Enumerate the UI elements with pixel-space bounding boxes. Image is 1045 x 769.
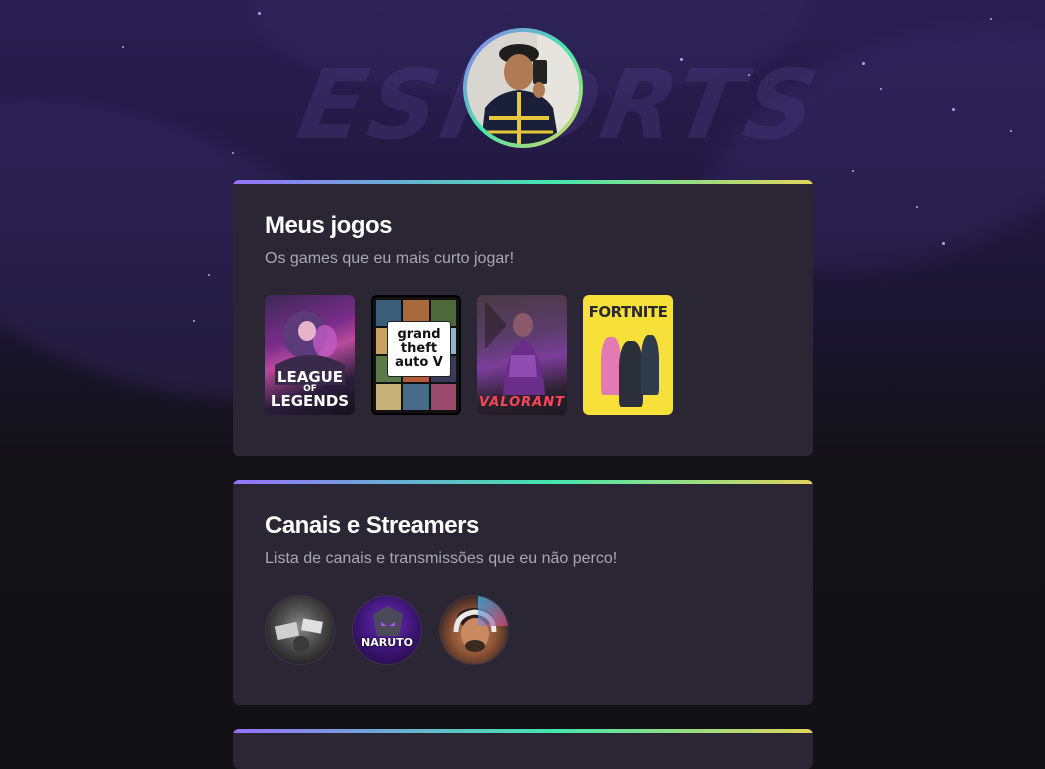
- avatar: [467, 32, 579, 144]
- star: [748, 74, 750, 76]
- game-valorant[interactable]: VALORANT: [477, 295, 567, 415]
- games-list: LEAGUE OF LEGENDS grand theft auto V VAL…: [265, 295, 673, 415]
- profile-avatar[interactable]: [463, 28, 583, 148]
- games-card-title: Meus jogos: [265, 212, 393, 239]
- game-fortnite[interactable]: FORTNITE: [583, 295, 673, 415]
- star: [990, 18, 992, 20]
- star: [193, 320, 195, 322]
- fortnite-logo: FORTNITE: [588, 303, 668, 321]
- profile-photo-icon: [467, 32, 579, 144]
- fortnite-character: [641, 335, 659, 395]
- channel-avatar[interactable]: [439, 595, 509, 665]
- star: [208, 274, 210, 276]
- next-card: [233, 729, 813, 769]
- star: [1010, 130, 1012, 132]
- channels-card-title: Canais e Streamers: [265, 512, 479, 539]
- channel-photo-icon: [274, 618, 323, 652]
- valorant-logo: VALORANT: [479, 395, 565, 410]
- streamer-photo-icon: [453, 608, 497, 652]
- channel-logo-icon: [373, 606, 403, 636]
- fortnite-character: [619, 341, 643, 407]
- channels-card: Canais e Streamers Lista de canais e tra…: [233, 480, 813, 705]
- star: [880, 88, 882, 90]
- star: [916, 206, 918, 208]
- star: [942, 242, 945, 245]
- channels-card-subtitle: Lista de canais e transmissões que eu nã…: [265, 550, 618, 567]
- star: [852, 170, 854, 172]
- game-league-of-legends[interactable]: LEAGUE OF LEGENDS: [265, 295, 355, 415]
- game-gta-v[interactable]: grand theft auto V: [371, 295, 461, 415]
- star: [122, 46, 124, 48]
- star: [258, 12, 261, 15]
- channel-label: NARUTO: [361, 636, 413, 649]
- channel-avatar-naruto[interactable]: NARUTO: [352, 595, 422, 665]
- gta-logo: grand theft auto V: [387, 321, 451, 377]
- games-card: Meus jogos Os games que eu mais curto jo…: [233, 180, 813, 456]
- games-card-subtitle: Os games que eu mais curto jogar!: [265, 250, 515, 267]
- channel-avatar[interactable]: [265, 595, 335, 665]
- league-of-legends-logo: LEAGUE OF LEGENDS: [270, 368, 350, 410]
- star: [232, 152, 234, 154]
- star: [862, 62, 865, 65]
- channels-list: NARUTO: [265, 595, 509, 665]
- fortnite-character: [601, 337, 621, 395]
- star: [680, 58, 683, 61]
- star: [952, 108, 955, 111]
